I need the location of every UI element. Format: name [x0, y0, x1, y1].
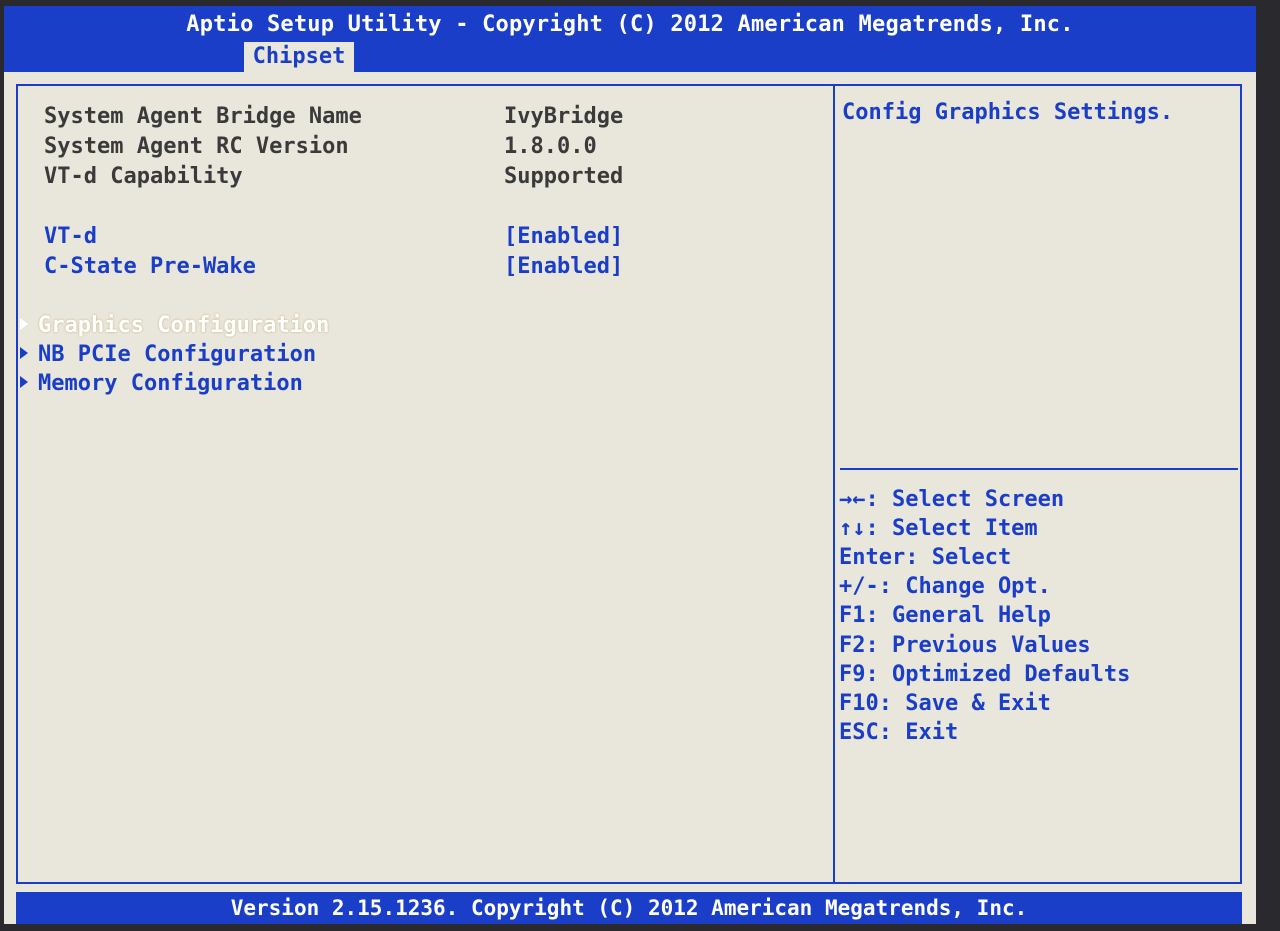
submenu-arrow-icon — [20, 376, 28, 388]
content-frame — [16, 84, 1242, 884]
footer-bar: Version 2.15.1236. Copyright (C) 2012 Am… — [16, 892, 1242, 924]
key-hint-enter: Enter: Select — [839, 545, 1012, 570]
submenu-arrow-icon — [20, 347, 28, 359]
help-description: Config Graphics Settings. — [842, 100, 1174, 125]
submenu-arrow-icon — [20, 318, 28, 330]
setting-label-cstate-prewake[interactable]: C-State Pre-Wake — [44, 252, 256, 282]
key-hint-select-screen: →←: Select Screen — [839, 487, 1065, 512]
submenu-memory-configuration[interactable]: Memory Configuration — [20, 369, 303, 399]
header-bar: Aptio Setup Utility - Copyright (C) 2012… — [4, 6, 1256, 72]
key-hint-esc-exit: ESC: Exit — [839, 720, 959, 745]
submenu-label: NB PCIe Configuration — [38, 342, 317, 367]
setting-value-vtd[interactable]: [Enabled] — [504, 222, 623, 252]
setting-value-cstate-prewake[interactable]: [Enabled] — [504, 252, 623, 282]
submenu-label: Memory Configuration — [38, 371, 303, 396]
submenu-label: Graphics Configuration — [38, 313, 330, 338]
info-value-rc-version: 1.8.0.0 — [504, 134, 597, 159]
key-hint-save-exit: F10: Save & Exit — [839, 691, 1051, 716]
submenu-graphics-configuration[interactable]: Graphics Configuration — [20, 311, 329, 341]
info-label-vtd-capability: VT-d Capability — [44, 164, 243, 189]
bios-screen: Aptio Setup Utility - Copyright (C) 2012… — [4, 6, 1256, 924]
setting-label-vtd[interactable]: VT-d — [44, 222, 97, 252]
key-hint-change-opt: +/-: Change Opt. — [839, 574, 1051, 599]
key-hint-select-item: ↑↓: Select Item — [839, 516, 1038, 541]
info-value-bridge-name: IvyBridge — [504, 104, 624, 129]
panel-divider — [833, 84, 835, 884]
info-label-bridge-name: System Agent Bridge Name — [44, 104, 362, 129]
tab-chipset[interactable]: Chipset — [244, 42, 354, 72]
help-divider — [840, 468, 1238, 470]
key-hint-optimized-defaults: F9: Optimized Defaults — [839, 662, 1131, 687]
app-title: Aptio Setup Utility - Copyright (C) 2012… — [186, 12, 1074, 37]
key-hint-general-help: F1: General Help — [839, 603, 1051, 628]
key-hint-previous-values: F2: Previous Values — [839, 633, 1091, 658]
info-label-rc-version: System Agent RC Version — [44, 134, 349, 159]
info-value-vtd-capability: Supported — [504, 164, 624, 189]
submenu-nb-pcie-configuration[interactable]: NB PCIe Configuration — [20, 340, 316, 370]
